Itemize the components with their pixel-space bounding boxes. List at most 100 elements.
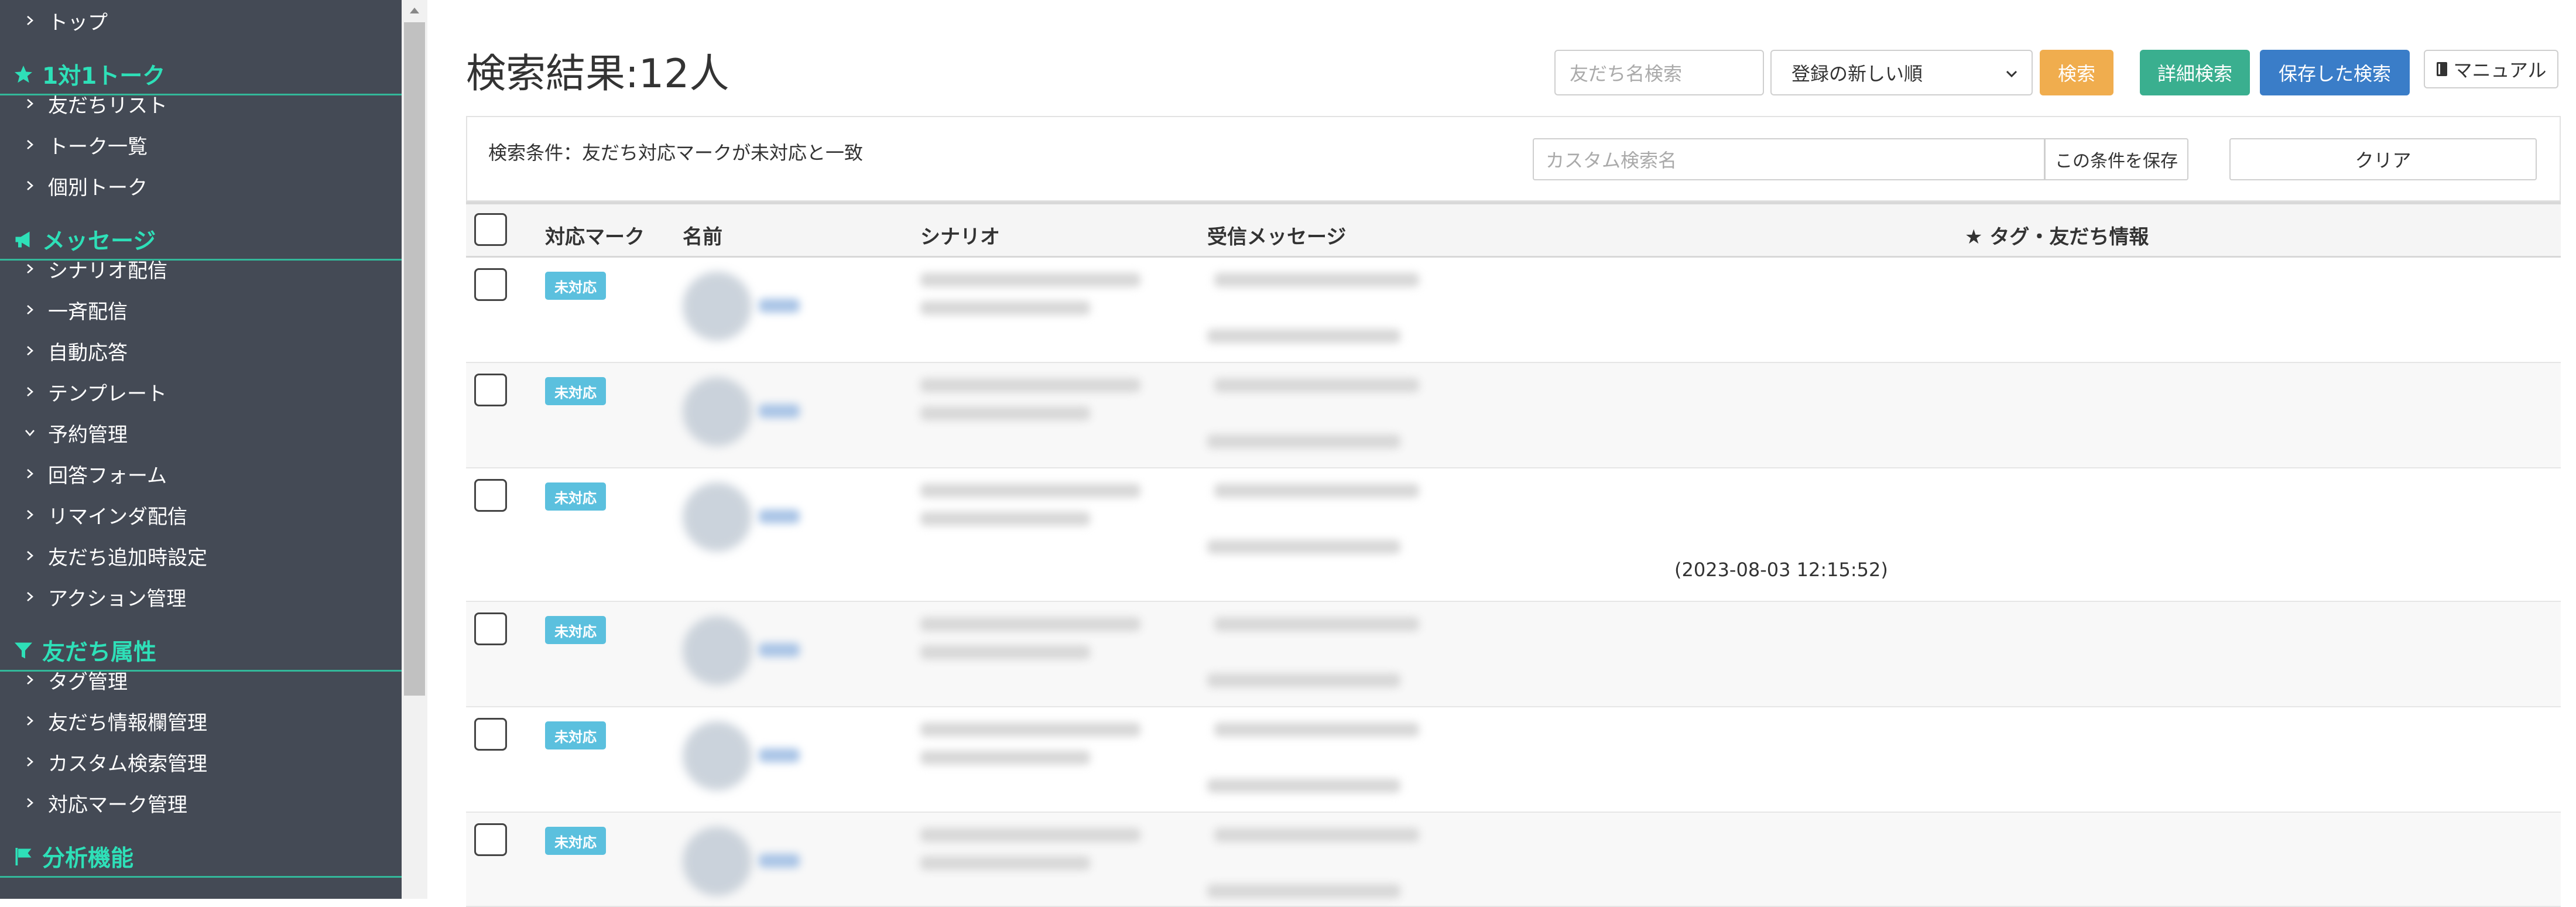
- row-select-checkbox[interactable]: [474, 374, 507, 406]
- scenario-text-blurred: [920, 723, 1140, 737]
- sidebar-item[interactable]: 自動応答: [0, 330, 402, 371]
- sidebar-item-label: トップ: [48, 11, 108, 35]
- sidebar-item[interactable]: カスタム検索管理: [0, 741, 402, 782]
- avatar[interactable]: [683, 721, 752, 790]
- saved-search-button[interactable]: 保存した検索: [2260, 50, 2410, 95]
- sidebar-item-label: テンプレート: [48, 382, 167, 406]
- table-row[interactable]: 未対応 (2023-08-03 12:15:52): [466, 468, 2561, 602]
- sidebar-item[interactable]: 友だち追加時設定: [0, 535, 402, 576]
- flag-icon: [12, 845, 35, 868]
- message-text-blurred: [1214, 273, 1419, 287]
- chevron-right-icon: [20, 505, 40, 525]
- megaphone-icon: [12, 228, 35, 251]
- friend-name-blurred[interactable]: [759, 299, 800, 313]
- sidebar-item[interactable]: 一斉配信: [0, 289, 402, 330]
- save-condition-label: この条件を保存: [2055, 151, 2178, 172]
- search-button-label: 検索: [2057, 63, 2095, 85]
- chevron-right-icon: [20, 464, 40, 484]
- row-select-checkbox[interactable]: [474, 823, 507, 856]
- chevron-right-icon: [20, 135, 40, 155]
- chevron-right-icon: [20, 382, 40, 402]
- row-select-checkbox[interactable]: [474, 718, 507, 751]
- friend-name-blurred[interactable]: [759, 643, 800, 657]
- avatar[interactable]: [683, 482, 752, 552]
- scenario-text-blurred: [920, 301, 1090, 315]
- detail-search-label: 詳細検索: [2157, 63, 2232, 85]
- sidebar-item-label: トーク一覧: [48, 135, 148, 159]
- clear-button[interactable]: クリア: [2229, 138, 2537, 180]
- custom-search-name-input[interactable]: カスタム検索名: [1533, 138, 2045, 180]
- detail-search-button[interactable]: 詳細検索: [2140, 50, 2250, 95]
- friend-name-search-input[interactable]: 友だち名検索: [1554, 50, 1764, 95]
- column-header-name[interactable]: 名前: [683, 221, 722, 249]
- friend-name-blurred[interactable]: [759, 509, 800, 523]
- message-text-blurred: [1214, 723, 1419, 737]
- column-header-scenario[interactable]: シナリオ: [920, 221, 1000, 249]
- message-timestamp-blurred: [1207, 884, 1400, 898]
- sidebar-item[interactable]: タグ管理: [0, 659, 402, 700]
- sidebar-item[interactable]: トップ: [0, 0, 402, 41]
- sidebar-item[interactable]: 回答フォーム: [0, 453, 402, 494]
- friend-name-blurred[interactable]: [759, 854, 800, 868]
- scroll-up-arrow-icon[interactable]: [402, 0, 427, 21]
- column-header-tags[interactable]: ★ タグ・友だち情報: [1965, 221, 2149, 249]
- scrollbar-thumb[interactable]: [404, 22, 425, 696]
- manual-label: マニュアル: [2453, 59, 2547, 81]
- table-row[interactable]: 未対応: [466, 363, 2561, 468]
- sidebar-item-label: 予約管理: [48, 423, 128, 447]
- status-badge[interactable]: 未対応: [545, 721, 606, 749]
- avatar[interactable]: [683, 377, 752, 446]
- sidebar-item[interactable]: 予約管理: [0, 412, 402, 453]
- sidebar-section-heading[interactable]: 分析機能: [0, 837, 402, 878]
- manual-button[interactable]: マニュアル: [2424, 50, 2558, 88]
- table-row[interactable]: 未対応: [466, 602, 2561, 707]
- sidebar-item[interactable]: シナリオ配信: [0, 248, 402, 289]
- scenario-text-blurred: [920, 273, 1140, 287]
- chevron-right-icon: [20, 793, 40, 813]
- sidebar-item[interactable]: 友だちリスト: [0, 83, 402, 124]
- chevron-right-icon: [20, 711, 40, 731]
- message-timestamp: (2023-08-03 12:15:52): [1674, 559, 1888, 581]
- sidebar-item[interactable]: リマインダ配信: [0, 494, 402, 535]
- book-icon: [2437, 62, 2448, 76]
- row-select-checkbox[interactable]: [474, 268, 507, 301]
- sidebar-item[interactable]: 個別トーク: [0, 165, 402, 206]
- avatar[interactable]: [683, 272, 752, 341]
- column-header-mark[interactable]: 対応マーク: [545, 221, 645, 249]
- row-select-checkbox[interactable]: [474, 612, 507, 645]
- status-badge[interactable]: 未対応: [545, 377, 606, 405]
- sidebar-item[interactable]: アクション管理: [0, 576, 402, 617]
- sidebar-scrollbar[interactable]: [402, 0, 427, 899]
- sidebar-item-label: 対応マーク管理: [48, 793, 187, 817]
- avatar[interactable]: [683, 616, 752, 685]
- friend-name-blurred[interactable]: [759, 748, 800, 762]
- column-header-message[interactable]: 受信メッセージ: [1207, 221, 1346, 249]
- sidebar: トップ 1対1トーク 友だちリスト トーク一覧 個別トーク メッセージ シナリオ配信 一斉配信…: [0, 0, 402, 899]
- scenario-text-blurred: [920, 378, 1140, 392]
- sidebar-item-label: 友だち情報欄管理: [48, 711, 207, 735]
- status-badge[interactable]: 未対応: [545, 272, 606, 300]
- save-condition-button[interactable]: この条件を保存: [2044, 138, 2188, 180]
- sidebar-item-label: 回答フォーム: [48, 464, 167, 488]
- chevron-right-icon: [20, 300, 40, 320]
- status-badge[interactable]: 未対応: [545, 616, 606, 644]
- sidebar-item[interactable]: 友だち情報欄管理: [0, 700, 402, 741]
- avatar[interactable]: [683, 827, 752, 896]
- scenario-text-blurred: [920, 856, 1090, 870]
- sidebar-item[interactable]: トーク一覧: [0, 124, 402, 165]
- table-row[interactable]: 未対応: [466, 813, 2561, 907]
- sidebar-item[interactable]: テンプレート: [0, 371, 402, 412]
- select-all-checkbox[interactable]: [474, 213, 507, 246]
- sidebar-item-label: カスタム検索管理: [48, 752, 207, 776]
- sidebar-item[interactable]: 対応マーク管理: [0, 782, 402, 823]
- row-select-checkbox[interactable]: [474, 479, 507, 512]
- sort-order-select[interactable]: 登録の新しい順: [1770, 50, 2033, 95]
- table-row[interactable]: 未対応: [466, 258, 2561, 363]
- scenario-text-blurred: [920, 484, 1140, 498]
- friend-name-blurred[interactable]: [759, 404, 800, 418]
- status-badge[interactable]: 未対応: [545, 827, 606, 855]
- status-badge[interactable]: 未対応: [545, 482, 606, 511]
- sidebar-item-label: アクション管理: [48, 587, 187, 611]
- table-row[interactable]: 未対応: [466, 707, 2561, 813]
- search-button[interactable]: 検索: [2040, 50, 2113, 95]
